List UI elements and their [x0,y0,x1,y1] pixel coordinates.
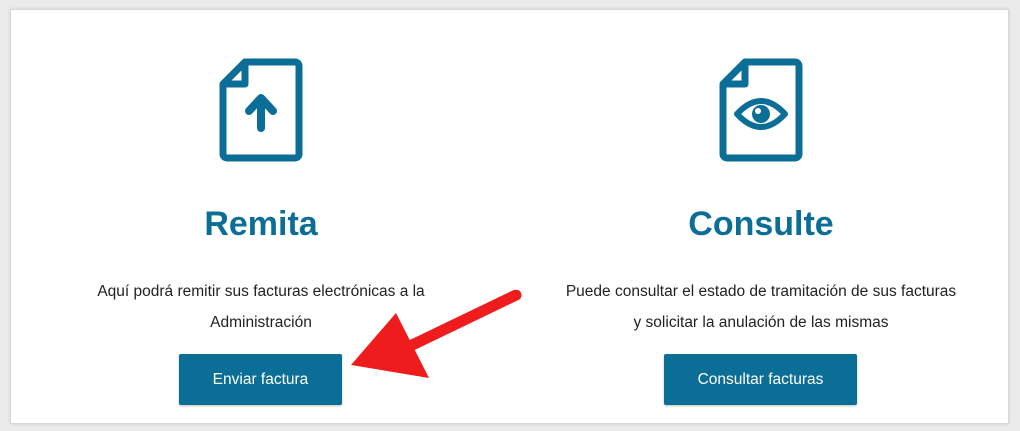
section-title: Remita [204,205,318,243]
send-invoice-section: Remita Aquí podrá remitir sus facturas e… [11,10,522,423]
section-title: Consulte [688,205,834,243]
document-upload-icon [219,58,303,162]
section-description: Puede consultar el estado de tramitación… [565,283,957,331]
section-description: Aquí podrá remitir sus facturas electrón… [97,283,425,331]
services-panel: Remita Aquí podrá remitir sus facturas e… [10,9,1009,424]
consult-invoice-section: Consulte Puede consultar el estado de tr… [511,10,1011,423]
consult-invoices-button[interactable]: Consultar facturas [664,354,857,405]
document-view-icon [719,58,803,162]
send-invoice-button[interactable]: Enviar factura [179,354,342,405]
